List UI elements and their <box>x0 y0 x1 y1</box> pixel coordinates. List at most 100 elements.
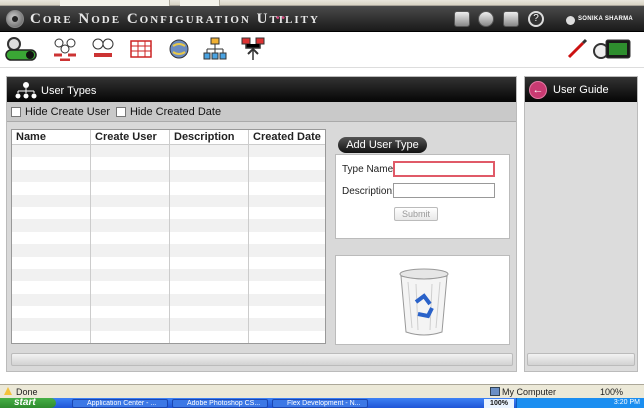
type-name-input[interactable] <box>393 161 495 177</box>
taskbar-item[interactable]: Adobe Photoshop CS... <box>172 399 268 408</box>
table-row[interactable] <box>12 306 325 319</box>
user-types-grid[interactable]: Name Create User Description Created Dat… <box>11 129 326 344</box>
table-cell <box>170 206 249 220</box>
network-upload-icon[interactable] <box>238 35 268 63</box>
table-cell <box>170 330 249 344</box>
table-cell <box>170 182 249 195</box>
user-toggle-icon[interactable] <box>4 35 40 63</box>
table-cell <box>12 231 91 245</box>
table-cell <box>249 244 325 256</box>
add-user-type-button[interactable]: Add User Type <box>338 137 427 153</box>
mail-icon[interactable] <box>503 11 519 27</box>
panel-title: User Guide <box>553 84 609 96</box>
delete-drop-zone[interactable] <box>335 255 510 345</box>
table-cell <box>249 195 325 207</box>
table-cell <box>12 206 91 220</box>
table-icon[interactable] <box>126 35 156 63</box>
table-row[interactable] <box>12 145 325 158</box>
title-decoration: •• <box>276 13 288 24</box>
table-row[interactable] <box>12 330 325 344</box>
hide-create-user-checkbox[interactable]: Hide Create User <box>11 106 110 118</box>
table-cell <box>170 169 249 183</box>
table-cell <box>12 219 91 232</box>
table-cell <box>249 157 325 169</box>
browser-window: Core Node Configuration Utility •• ? SON… <box>0 0 644 408</box>
table-cell <box>91 145 170 158</box>
table-row[interactable] <box>12 244 325 257</box>
table-row[interactable] <box>12 281 325 294</box>
table-cell <box>91 169 170 183</box>
table-row[interactable] <box>12 206 325 220</box>
security-zone: My Computer <box>502 387 557 397</box>
table-cell <box>91 268 170 282</box>
tray-percent-badge: 100% <box>484 399 514 408</box>
hierarchy-icon[interactable] <box>200 35 230 63</box>
filter-bar: Hide Create User Hide Created Date <box>7 102 516 122</box>
taskbar-item[interactable]: Application Center - ... <box>72 399 168 408</box>
description-input[interactable] <box>393 183 495 198</box>
table-row[interactable] <box>12 169 325 183</box>
status-text: Done <box>16 387 38 397</box>
back-arrow-icon[interactable]: ← <box>529 81 547 99</box>
horizontal-scrollbar[interactable] <box>11 353 513 366</box>
checkbox-box[interactable] <box>11 106 21 117</box>
help-icon[interactable]: ? <box>528 11 544 27</box>
table-row[interactable] <box>12 219 325 232</box>
table-cell <box>91 157 170 170</box>
table-row[interactable] <box>12 268 325 282</box>
table-cell <box>91 194 170 207</box>
notes-icon[interactable] <box>454 11 470 27</box>
table-cell <box>170 256 249 269</box>
column-header-created-date[interactable]: Created Date <box>249 130 325 144</box>
table-cell <box>12 169 91 183</box>
submit-button[interactable]: Submit <box>394 207 438 221</box>
table-cell <box>249 219 325 231</box>
checkbox-label: Hide Created Date <box>129 105 222 118</box>
taskbar-item[interactable]: Flex Development - N... <box>272 399 368 408</box>
table-cell <box>249 306 325 318</box>
horizontal-scrollbar[interactable] <box>527 353 635 366</box>
table-cell <box>91 330 170 344</box>
table-cell <box>170 194 249 207</box>
hide-created-date-checkbox[interactable]: Hide Created Date <box>115 105 222 118</box>
app-logo-icon <box>6 10 24 28</box>
browser-status-bar: Done My Computer 100% <box>0 384 644 398</box>
user-avatar-icon <box>566 16 575 25</box>
table-cell <box>91 244 170 257</box>
screen-config-icon[interactable] <box>590 35 634 63</box>
user-guide-panel: ← User Guide <box>524 76 638 372</box>
table-cell <box>91 182 170 195</box>
column-header-create-user[interactable]: Create User <box>91 130 170 144</box>
table-row[interactable] <box>12 231 325 245</box>
table-row[interactable] <box>12 194 325 207</box>
checkbox-box[interactable] <box>115 106 126 117</box>
table-row[interactable] <box>12 293 325 307</box>
table-cell <box>12 293 91 307</box>
pencil-icon[interactable] <box>562 35 592 63</box>
globe-icon[interactable] <box>164 35 194 63</box>
table-row[interactable] <box>12 318 325 331</box>
table-cell <box>91 219 170 232</box>
table-cell <box>249 294 325 306</box>
table-cell <box>249 232 325 244</box>
user-roles-icon[interactable] <box>88 35 118 63</box>
start-button[interactable]: start <box>0 398 56 408</box>
warning-icon <box>4 387 12 395</box>
column-header-description[interactable]: Description <box>170 130 249 144</box>
column-header-name[interactable]: Name <box>12 130 91 144</box>
table-cell <box>249 257 325 269</box>
user-name: SONIKA SHARMA <box>578 16 634 22</box>
grid-body <box>12 145 325 344</box>
table-cell <box>249 269 325 281</box>
zoom-level[interactable]: 100% <box>600 387 623 397</box>
computer-icon <box>490 387 500 396</box>
table-cell <box>12 157 91 170</box>
table-row[interactable] <box>12 182 325 195</box>
table-cell <box>170 281 249 294</box>
users-group-icon[interactable] <box>50 35 80 63</box>
table-row[interactable] <box>12 256 325 269</box>
table-cell <box>91 256 170 269</box>
chart-icon[interactable] <box>478 11 494 27</box>
app-header: Core Node Configuration Utility •• ? SON… <box>0 6 644 32</box>
table-row[interactable] <box>12 157 325 170</box>
